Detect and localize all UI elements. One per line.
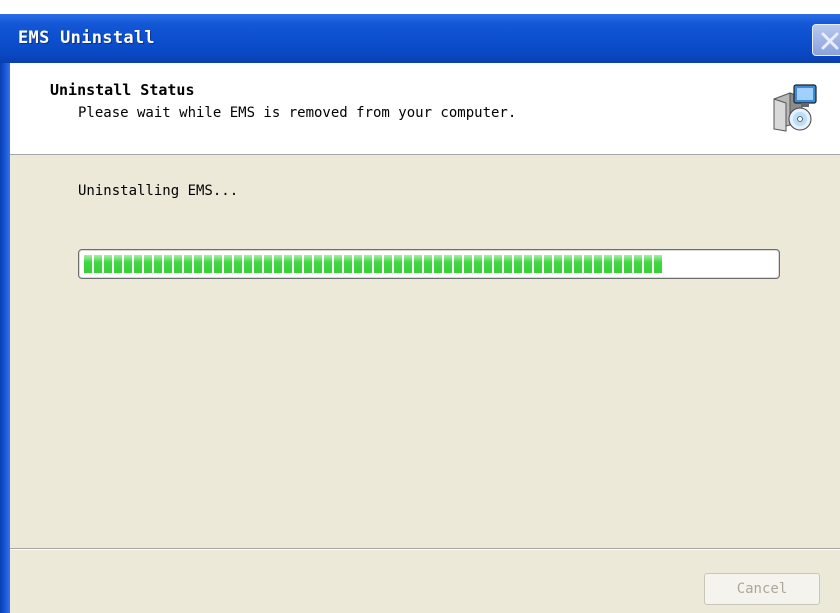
- wizard-header: Uninstall Status Please wait while EMS i…: [10, 63, 840, 155]
- header-subtitle: Please wait while EMS is removed from yo…: [78, 105, 517, 121]
- content-panel: Uninstalling EMS...: [10, 155, 840, 548]
- status-text: Uninstalling EMS...: [78, 183, 239, 199]
- close-icon: [821, 32, 839, 50]
- title-bar[interactable]: EMS Uninstall: [0, 14, 840, 63]
- cancel-button[interactable]: Cancel: [704, 573, 820, 605]
- window-border: [0, 63, 10, 613]
- progress-bar: [78, 249, 780, 279]
- installer-package-icon: [773, 84, 817, 132]
- footer: Cancel: [10, 550, 840, 613]
- window-title: EMS Uninstall: [18, 28, 155, 48]
- close-button[interactable]: [812, 24, 840, 56]
- header-title: Uninstall Status: [50, 81, 195, 99]
- progress-fill: [84, 255, 664, 273]
